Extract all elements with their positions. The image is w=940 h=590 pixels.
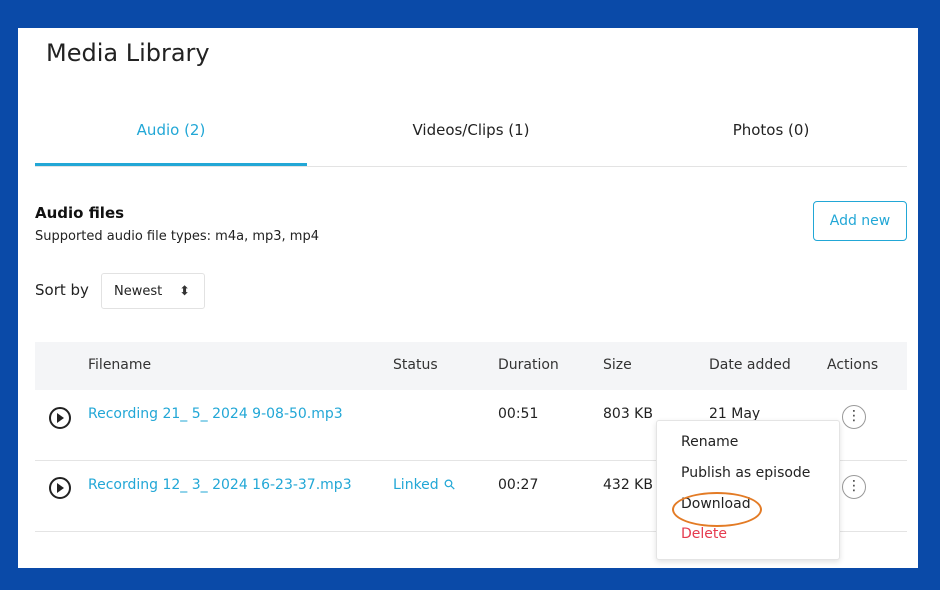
sort-select[interactable]: Newest ⬍ [101,273,205,309]
section-subtitle: Supported audio file types: m4a, mp3, mp… [35,229,319,244]
add-new-button[interactable]: Add new [813,201,907,241]
header-duration: Duration [498,357,559,373]
status-linked[interactable]: Linked ⚲ [393,476,459,495]
header-size: Size [603,357,632,373]
tab-videos-clips[interactable]: Videos/Clips (1) [335,104,607,166]
tab-bar: Audio (2) Videos/Clips (1) Photos (0) [35,104,907,167]
section-title: Audio files [35,204,125,222]
sort-select-value: Newest [114,284,163,299]
table-header: Filename Status Duration Size Date added… [35,342,907,390]
page-title: Media Library [46,39,210,67]
kebab-menu-icon[interactable]: ⋮ [842,475,866,499]
filename-link[interactable]: Recording 12_ 3_ 2024 16-23-37.mp3 [88,477,352,493]
download-highlight-ring [672,492,762,527]
header-filename: Filename [88,357,152,373]
size-cell: 803 KB [603,406,653,422]
actions-context-menu: Rename Publish as episode Download Delet… [656,420,840,560]
filename-link[interactable]: Recording 21_ 5_ 2024 9-08-50.mp3 [88,406,343,422]
menu-item-publish-as-episode[interactable]: Publish as episode [681,465,810,481]
header-date-added: Date added [709,357,791,373]
media-library-panel: Media Library Audio (2) Videos/Clips (1)… [18,28,918,568]
active-tab-indicator [35,163,307,166]
link-icon: ⚲ [440,475,460,495]
duration-cell: 00:51 [498,406,539,422]
menu-item-delete[interactable]: Delete [681,526,727,542]
tab-audio[interactable]: Audio (2) [35,104,307,166]
sort-caret-icon: ⬍ [179,284,190,299]
sort-label: Sort by [35,281,89,299]
duration-cell: 00:27 [498,477,539,493]
header-actions: Actions [827,357,879,373]
play-circle-icon[interactable] [49,407,71,429]
play-circle-icon[interactable] [49,477,71,499]
menu-item-rename[interactable]: Rename [681,434,738,450]
tab-photos[interactable]: Photos (0) [635,104,907,166]
header-status: Status [393,357,438,373]
size-cell: 432 KB [603,477,653,493]
kebab-menu-icon[interactable]: ⋮ [842,405,866,429]
status-label: Linked [393,477,439,493]
